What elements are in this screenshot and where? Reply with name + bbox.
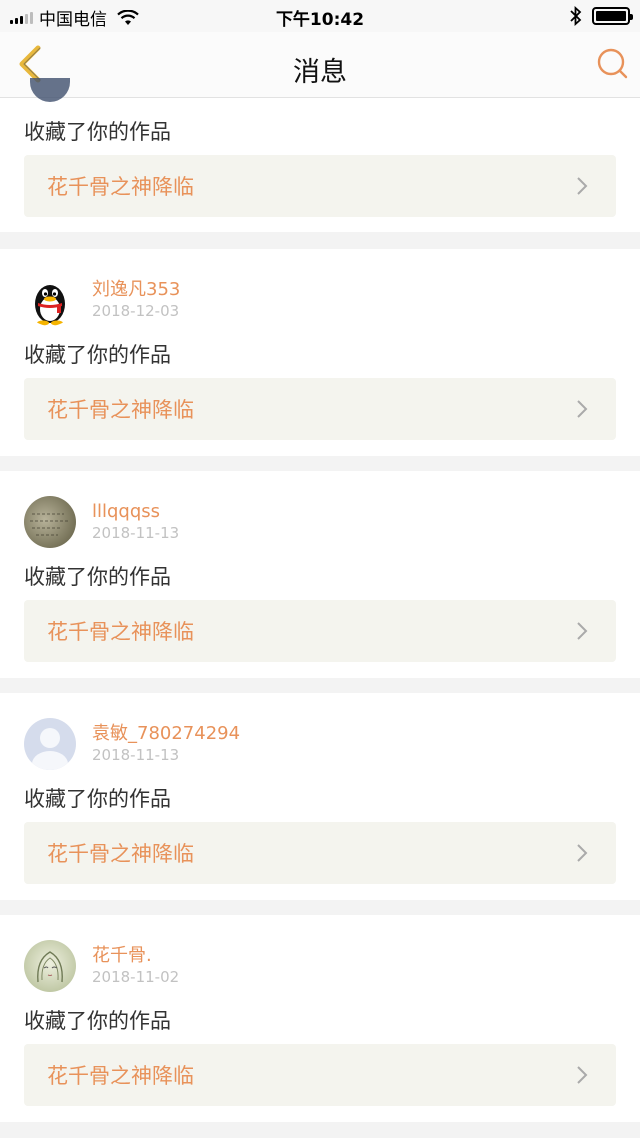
action-text: 收藏了你的作品 [24, 1009, 171, 1033]
work-title: 花千骨之神降临 [47, 620, 194, 644]
status-right [570, 6, 633, 26]
action-text: 收藏了你的作品 [24, 120, 171, 144]
message-card: 袁敏_780274294 2018-11-13 收藏了你的作品 花千骨之神降临 [0, 693, 640, 900]
work-title: 花千骨之神降临 [47, 1064, 194, 1088]
action-text: 收藏了你的作品 [24, 565, 171, 589]
user-row: lllqqqss 2018-11-13 [24, 496, 179, 548]
chevron-right-icon [577, 1066, 588, 1084]
user-meta: 刘逸凡353 2018-12-03 [92, 279, 180, 321]
work-link[interactable]: 花千骨之神降临 [24, 600, 616, 662]
user-name[interactable]: 花千骨. [92, 945, 179, 967]
search-icon[interactable] [594, 46, 630, 82]
work-link[interactable]: 花千骨之神降临 [24, 378, 616, 440]
work-title: 花千骨之神降临 [47, 842, 194, 866]
chevron-right-icon [577, 177, 588, 195]
bluetooth-icon [570, 6, 582, 26]
message-card: lllqqqss 2018-11-13 收藏了你的作品 花千骨之神降临 [0, 471, 640, 678]
message-card: 花千骨. 2018-11-02 收藏了你的作品 花千骨之神降临 [0, 915, 640, 1122]
work-link[interactable]: 花千骨之神降临 [24, 1044, 616, 1106]
chevron-right-icon [577, 622, 588, 640]
user-row: 袁敏_780274294 2018-11-13 [24, 718, 240, 770]
chevron-right-icon [577, 844, 588, 862]
work-title: 花千骨之神降临 [47, 175, 194, 199]
user-name[interactable]: 刘逸凡353 [92, 279, 180, 301]
status-bar: 中国电信 下午10:42 [0, 0, 640, 32]
message-date: 2018-11-13 [92, 524, 180, 542]
work-link[interactable]: 花千骨之神降临 [24, 155, 616, 217]
anime-drawing-avatar[interactable] [24, 940, 76, 992]
message-card: 收藏了你的作品 花千骨之神降临 [0, 78, 640, 232]
chevron-right-icon [577, 400, 588, 418]
user-meta: 花千骨. 2018-11-02 [92, 945, 179, 987]
action-text: 收藏了你的作品 [24, 343, 171, 367]
user-meta: lllqqqss 2018-11-13 [92, 501, 179, 543]
user-row: 刘逸凡353 2018-12-03 [24, 274, 180, 326]
user-name[interactable]: lllqqqss [92, 501, 179, 523]
message-date: 2018-11-13 [92, 746, 180, 764]
default-user-avatar[interactable] [24, 718, 76, 770]
battery-icon [592, 7, 633, 25]
qq-penguin-avatar[interactable] [24, 274, 76, 326]
user-meta: 袁敏_780274294 2018-11-13 [92, 723, 240, 765]
work-link[interactable]: 花千骨之神降临 [24, 822, 616, 884]
work-title: 花千骨之神降临 [47, 398, 194, 422]
status-time: 下午10:42 [275, 10, 365, 30]
user-name[interactable]: 袁敏_780274294 [92, 723, 240, 745]
message-card: 刘逸凡353 2018-12-03 收藏了你的作品 花千骨之神降临 [0, 249, 640, 456]
avatar [30, 78, 70, 102]
user-row: 花千骨. 2018-11-02 [24, 940, 179, 992]
message-date: 2018-11-02 [92, 968, 180, 986]
page-title: 消息 [293, 57, 347, 88]
action-text: 收藏了你的作品 [24, 787, 171, 811]
handwriting-photo-avatar[interactable] [24, 496, 76, 548]
nav-bar: 消息 [0, 32, 640, 98]
message-date: 2018-12-03 [92, 302, 180, 320]
